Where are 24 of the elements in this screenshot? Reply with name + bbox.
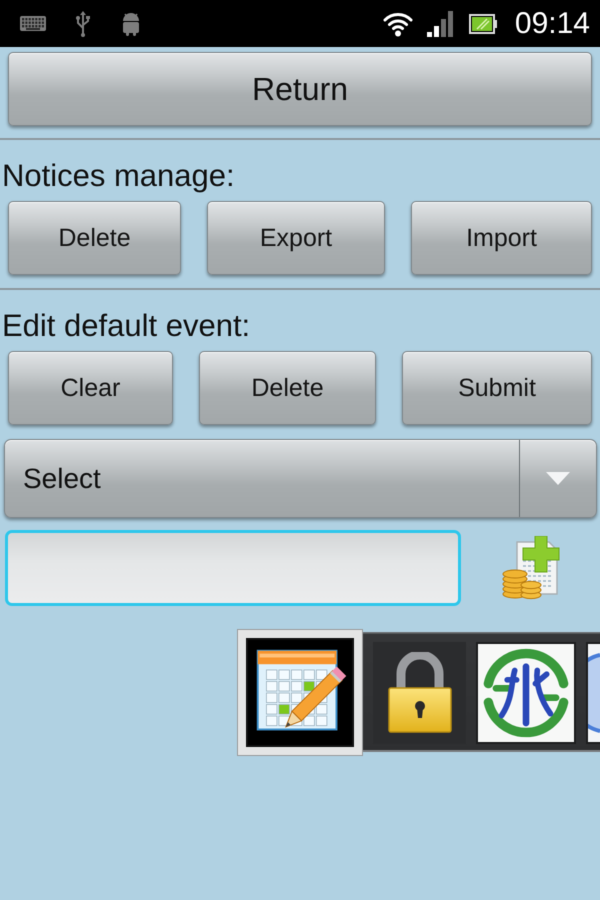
signal-icon bbox=[426, 10, 455, 36]
gallery-item[interactable] bbox=[476, 642, 576, 744]
select-dropdown[interactable]: Select bbox=[4, 439, 597, 518]
action-button[interactable]: Clear bbox=[8, 351, 173, 425]
action-button[interactable]: Delete bbox=[8, 201, 181, 275]
padlock-icon bbox=[386, 652, 452, 734]
caret-icon bbox=[546, 472, 570, 485]
android-icon bbox=[120, 12, 142, 36]
section-title: Notices manage: bbox=[1, 157, 236, 193]
keyboard-icon bbox=[20, 16, 46, 31]
circle-edge-icon bbox=[588, 652, 600, 732]
status-time: 09:14 bbox=[514, 6, 590, 40]
battery-icon bbox=[468, 14, 497, 34]
action-button[interactable]: Export bbox=[207, 201, 385, 275]
text-input[interactable] bbox=[5, 530, 461, 606]
wifi-icon bbox=[382, 10, 413, 36]
usb-icon bbox=[76, 10, 90, 36]
action-button[interactable]: Submit bbox=[402, 351, 592, 425]
gallery-item[interactable] bbox=[586, 642, 600, 744]
return-button[interactable]: Return bbox=[8, 52, 592, 126]
action-button[interactable]: Import bbox=[411, 201, 592, 275]
action-button[interactable]: Delete bbox=[199, 351, 376, 425]
gallery-item[interactable] bbox=[373, 642, 466, 744]
section-title: Edit default event: bbox=[1, 307, 252, 343]
